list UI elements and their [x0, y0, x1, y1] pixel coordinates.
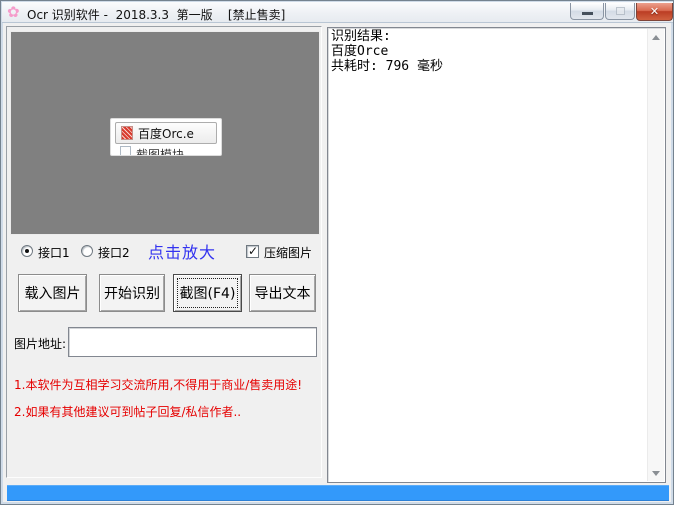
preview-popup-image: 百度Orc.e 截图模块 — [110, 118, 222, 156]
scroll-down-button[interactable] — [648, 465, 664, 481]
preview-menu-item-label: 百度Orc.e — [138, 125, 194, 142]
red-document-icon — [121, 126, 133, 140]
image-address-input[interactable] — [68, 327, 317, 357]
scroll-down-icon — [652, 471, 660, 476]
close-icon — [650, 5, 659, 18]
export-text-button[interactable]: 导出文本 — [249, 274, 316, 312]
load-image-button[interactable]: 载入图片 — [18, 274, 87, 312]
status-bar — [7, 485, 669, 501]
capture-f4-button[interactable]: 截图(F4) — [173, 274, 242, 312]
radio-interface2-label[interactable]: 接口2 — [98, 244, 130, 261]
maximize-button[interactable] — [605, 3, 635, 20]
start-recognize-button[interactable]: 开始识别 — [99, 274, 165, 312]
scroll-up-button[interactable] — [648, 29, 664, 45]
close-button[interactable] — [636, 3, 673, 21]
app-window: Ocr 识别软件 - 2018.3.3 第一版 [禁止售卖] 百度Orc.e 截… — [0, 0, 674, 505]
zoom-in-link[interactable]: 点击放大 — [148, 239, 216, 263]
image-address-label: 图片地址: — [14, 335, 66, 352]
image-preview[interactable]: 百度Orc.e 截图模块 — [10, 31, 320, 235]
window-title: Ocr 识别软件 - 2018.3.3 第一版 [禁止售卖] — [27, 6, 285, 23]
result-textbox[interactable]: 识别结果: 百度Orce 共耗时: 796 毫秒 — [327, 27, 666, 483]
radio-interface2[interactable] — [81, 245, 93, 257]
notice-line-1: 1.本软件为互相学习交流所用,不得用于商业/售卖用途! — [14, 376, 302, 393]
radio-interface1-label[interactable]: 接口1 — [38, 244, 70, 261]
scroll-up-icon — [652, 35, 660, 40]
vertical-scrollbar[interactable] — [647, 29, 664, 481]
preview-menu-item-clipped: 截图模块 — [111, 146, 221, 156]
app-flower-icon — [7, 4, 20, 21]
preview-menu-item-baidu: 百度Orc.e — [115, 122, 217, 144]
result-text: 识别结果: 百度Orce 共耗时: 796 毫秒 — [331, 29, 645, 74]
left-panel: 百度Orc.e 截图模块 接口1 接口2 点击放大 压缩图片 载入图片 开始识别… — [6, 26, 322, 478]
radio-interface1[interactable] — [21, 245, 33, 257]
plain-document-icon — [120, 146, 131, 156]
compress-checkbox-label[interactable]: 压缩图片 — [264, 244, 312, 261]
notice-line-2: 2.如果有其他建议可到帖子回复/私信作者.. — [14, 403, 241, 420]
maximize-icon — [616, 7, 625, 15]
title-bar[interactable]: Ocr 识别软件 - 2018.3.3 第一版 [禁止售卖] — [2, 2, 674, 23]
compress-checkbox[interactable] — [246, 245, 259, 258]
minimize-button[interactable] — [570, 3, 604, 20]
preview-menu-item-label: 截图模块 — [136, 146, 184, 156]
minimize-icon — [582, 12, 593, 15]
